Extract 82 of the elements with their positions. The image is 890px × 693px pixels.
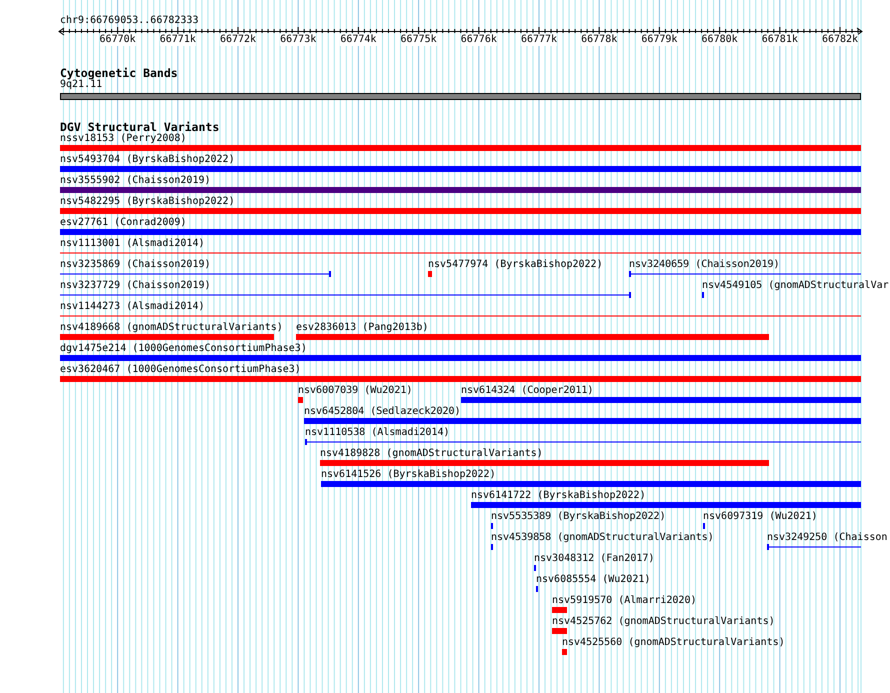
variant-bar[interactable] [552, 607, 567, 613]
ruler-tick-label: 66778k [581, 34, 618, 46]
ruler-tick-label: 66775k [400, 34, 437, 46]
variant-label: nsv5919570 (Almarri2020) [552, 595, 696, 607]
ruler-tick-label: 66779k [641, 34, 678, 46]
variant-label: nsv5477974 (ByrskaBishop2022) [428, 259, 603, 271]
variant-bar[interactable] [471, 502, 861, 508]
variant-label: nsv4549105 (gnomADStructuralVar [702, 280, 889, 292]
variant-bar[interactable] [304, 418, 861, 424]
band-label: 9q21.11 [60, 79, 102, 91]
variant-label: nsv5493704 (ByrskaBishop2022) [60, 154, 235, 166]
ruler-tick-label: 66777k [520, 34, 558, 46]
location-label: chr9:66769053..66782333 [60, 15, 198, 27]
variant-line[interactable] [767, 544, 861, 550]
track-title: DGV Structural Variants [60, 121, 220, 133]
variant-label: nsv3555902 (Chaisson2019) [60, 175, 211, 187]
variant-label: nsv4525560 (gnomADStructuralVariants) [562, 637, 785, 649]
variant-bar[interactable] [562, 649, 567, 655]
variant-label: nsv5535389 (ByrskaBishop2022) [491, 511, 666, 523]
variant-label: nsv1110538 (Alsmadi2014) [305, 427, 450, 439]
variant-label: esv2836013 (Pang2013b) [296, 322, 428, 334]
ruler-tick-label: 66780k [702, 34, 738, 46]
ruler-tick-label: 66781k [762, 34, 798, 46]
variant-line[interactable] [60, 271, 331, 277]
variant-label: nsv6085554 (Wu2021) [536, 574, 650, 586]
variant-label: nsv6141526 (ByrskaBishop2022) [321, 469, 496, 481]
variant-bar[interactable] [60, 355, 861, 361]
variant-bar[interactable] [296, 334, 769, 340]
variant-line[interactable] [305, 439, 861, 445]
variant-bar[interactable] [298, 397, 303, 403]
variant-label: nsv6007039 (Wu2021) [298, 385, 412, 397]
track-title: Cytogenetic Bands [60, 67, 178, 79]
variant-tick[interactable] [703, 523, 706, 529]
variant-label: esv27761 (Conrad2009) [60, 217, 186, 229]
variant-tick[interactable] [536, 586, 539, 592]
cytoband-bar[interactable] [60, 93, 861, 100]
variant-label: dgv1475e214 (1000GenomesConsortiumPhase3) [60, 343, 307, 355]
variant-label: nsv3048312 (Fan2017) [534, 553, 654, 565]
variant-line[interactable] [60, 292, 631, 298]
variant-bar[interactable] [60, 334, 274, 340]
variant-label: nsv6141722 (ByrskaBishop2022) [471, 490, 646, 502]
variant-label: nssv18153 (Perry2008) [60, 133, 186, 145]
variant-bar[interactable] [321, 481, 861, 487]
variant-bar[interactable] [60, 376, 861, 382]
variant-line[interactable] [60, 313, 861, 319]
ruler-tick-label: 66773k [280, 34, 316, 46]
variant-label: nsv3240659 (Chaisson2019) [629, 259, 780, 271]
variant-bar[interactable] [60, 145, 861, 151]
variant-label: nsv6452804 (Sedlazeck2020) [304, 406, 461, 418]
variant-label: nsv4189668 (gnomADStructuralVariants) [60, 322, 283, 334]
variant-bar[interactable] [428, 271, 432, 277]
variant-line[interactable] [60, 250, 861, 256]
variant-bar[interactable] [60, 187, 861, 193]
ruler-tick-label: 66770k [100, 34, 136, 46]
variant-bar[interactable] [60, 229, 861, 235]
variant-bar[interactable] [461, 397, 861, 403]
variant-label: nsv614324 (Cooper2011) [461, 385, 594, 397]
variant-label: esv3620467 (1000GenomesConsortiumPhase3) [60, 364, 301, 376]
variant-label: nsv5482295 (ByrskaBishop2022) [60, 196, 235, 208]
variant-label: nsv1113001 (Alsmadi2014) [60, 238, 204, 250]
variant-line[interactable] [629, 271, 861, 277]
variant-label: nsv6097319 (Wu2021) [703, 511, 818, 523]
variant-label: nsv1144273 (Alsmadi2014) [60, 301, 204, 313]
ruler-tick-label: 66772k [220, 34, 256, 46]
ruler-tick-label: 66771k [160, 34, 196, 46]
variant-tick[interactable] [491, 544, 494, 550]
ruler-tick-label: 66776k [460, 34, 497, 46]
variant-label: nsv3237729 (Chaisson2019) [60, 280, 211, 292]
variant-bar[interactable] [60, 166, 861, 172]
variant-tick[interactable] [702, 292, 705, 298]
variant-bar[interactable] [320, 460, 769, 466]
variant-label: nsv3249250 (Chaisson [767, 532, 888, 544]
variant-label: nsv4189828 (gnomADStructuralVariants) [320, 448, 543, 460]
ruler-tick-label: 66782k [822, 34, 858, 46]
variant-tick[interactable] [534, 565, 537, 571]
variant-bar[interactable] [552, 628, 567, 634]
variant-label: nsv4539858 (gnomADStructuralVariants) [491, 532, 714, 544]
variant-tick[interactable] [491, 523, 494, 529]
variant-label: nsv3235869 (Chaisson2019) [60, 259, 211, 271]
variant-bar[interactable] [60, 208, 861, 214]
ruler-tick-label: 66774k [340, 34, 376, 46]
variant-label: nsv4525762 (gnomADStructuralVariants) [552, 616, 775, 628]
